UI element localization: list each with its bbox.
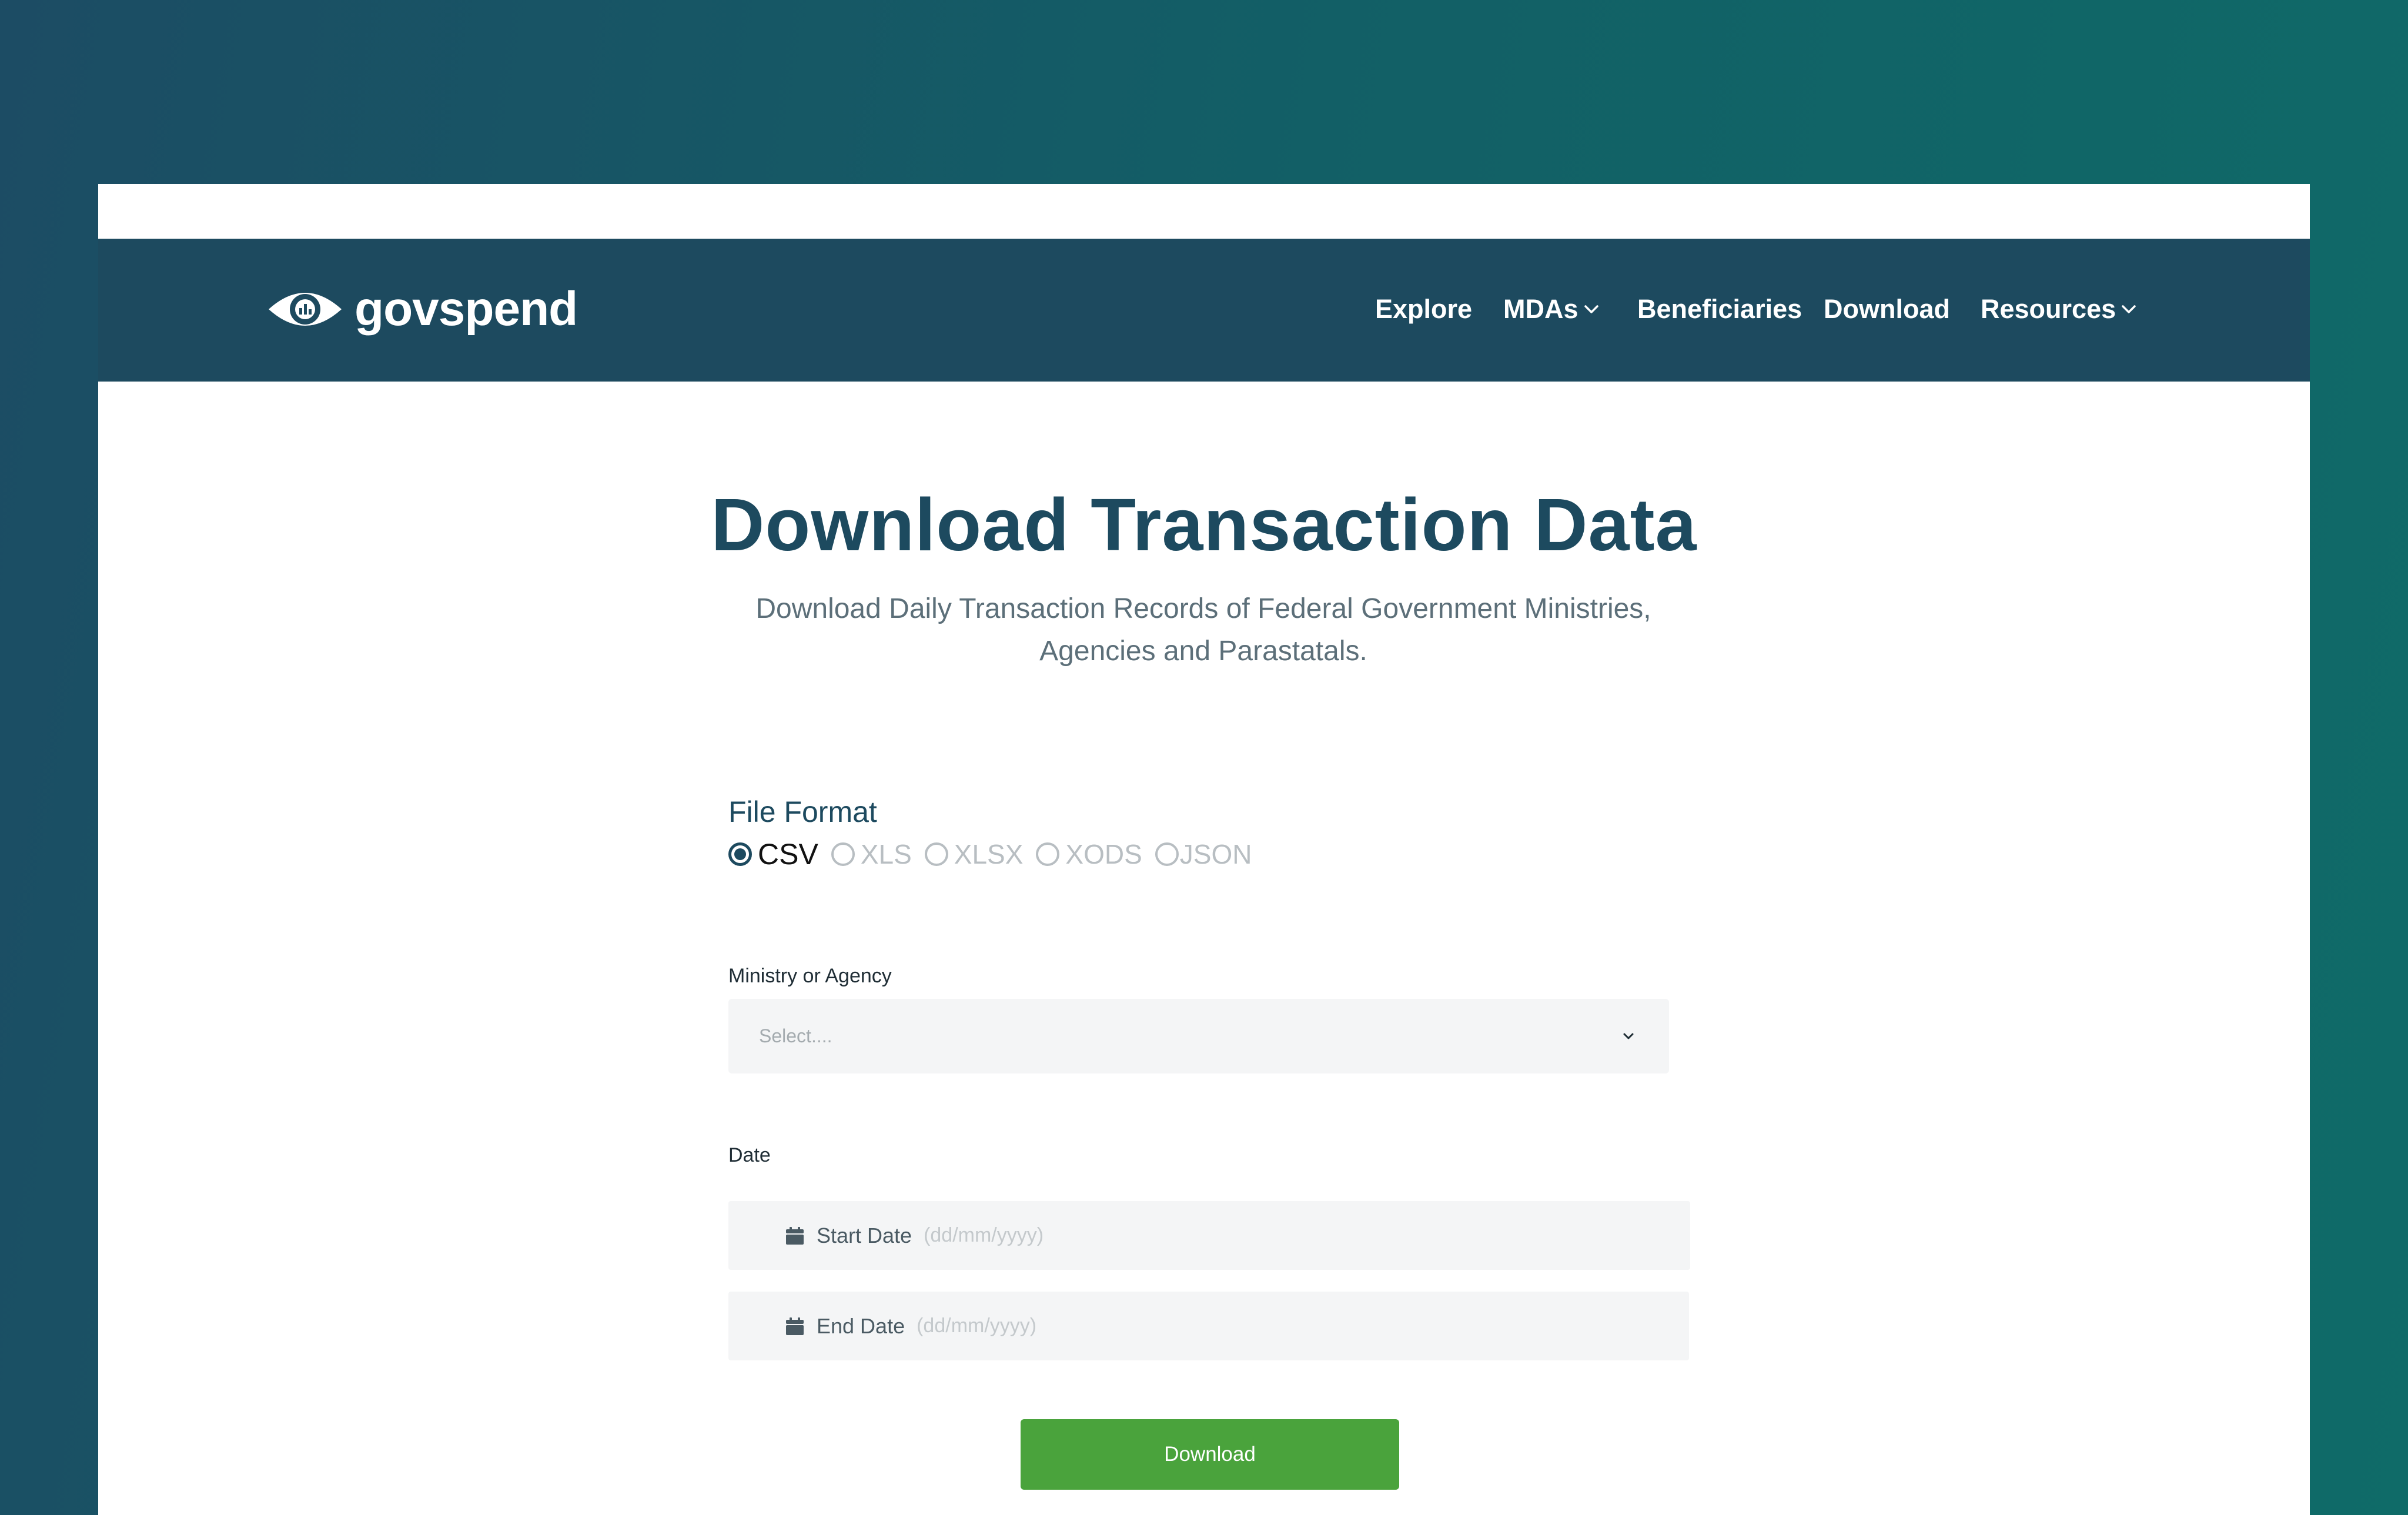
end-date-input[interactable]: End Date (dd/mm/yyyy) [728,1292,1689,1360]
page-subtitle: Download Daily Transaction Records of Fe… [755,593,1651,667]
download-form-section: Download Transaction Data Download Daily… [98,184,2310,1490]
radio-unchecked-icon [831,842,855,866]
ministry-select-placeholder: Select.... [759,1025,832,1046]
radio-checked-icon [728,842,752,866]
radio-xls[interactable]: XLS [831,837,912,872]
radio-json-label: JSON [1179,839,1252,869]
start-date-input[interactable]: Start Date (dd/mm/yyyy) [728,1201,1690,1270]
file-format-radio-group: CSV XLS XLSX XODS JSON [728,834,1265,875]
file-format-label: File Format [728,795,877,828]
download-button[interactable]: Download [1021,1419,1399,1490]
end-date-label: End Date [817,1313,905,1338]
radio-xods-label: XODS [1065,839,1142,869]
radio-unchecked-icon [1155,842,1179,866]
radio-xlsx-label: XLSX [954,839,1024,869]
calendar-icon [786,1226,804,1245]
radio-xods[interactable]: XODS [1036,837,1142,872]
chevron-down-icon [1623,1033,1634,1039]
browser-frame: govspend Explore MDAs Beneficiaries Down… [98,184,2310,1515]
radio-csv-label: CSV [758,838,818,871]
page-title: Download Transaction Data [711,483,1697,566]
radio-xls-label: XLS [860,839,912,869]
start-date-placeholder: (dd/mm/yyyy) [924,1224,1044,1246]
date-label: Date [728,1144,771,1166]
ministry-label: Ministry or Agency [728,965,892,987]
start-date-label: Start Date [817,1223,912,1248]
end-date-placeholder: (dd/mm/yyyy) [917,1315,1037,1337]
radio-unchecked-icon [924,842,948,866]
radio-unchecked-icon [1036,842,1060,866]
ministry-select[interactable]: Select.... [728,999,1669,1073]
radio-json[interactable]: JSON [1155,837,1252,872]
calendar-icon [786,1317,804,1335]
radio-xlsx[interactable]: XLSX [924,837,1024,872]
radio-csv[interactable]: CSV [728,837,818,872]
